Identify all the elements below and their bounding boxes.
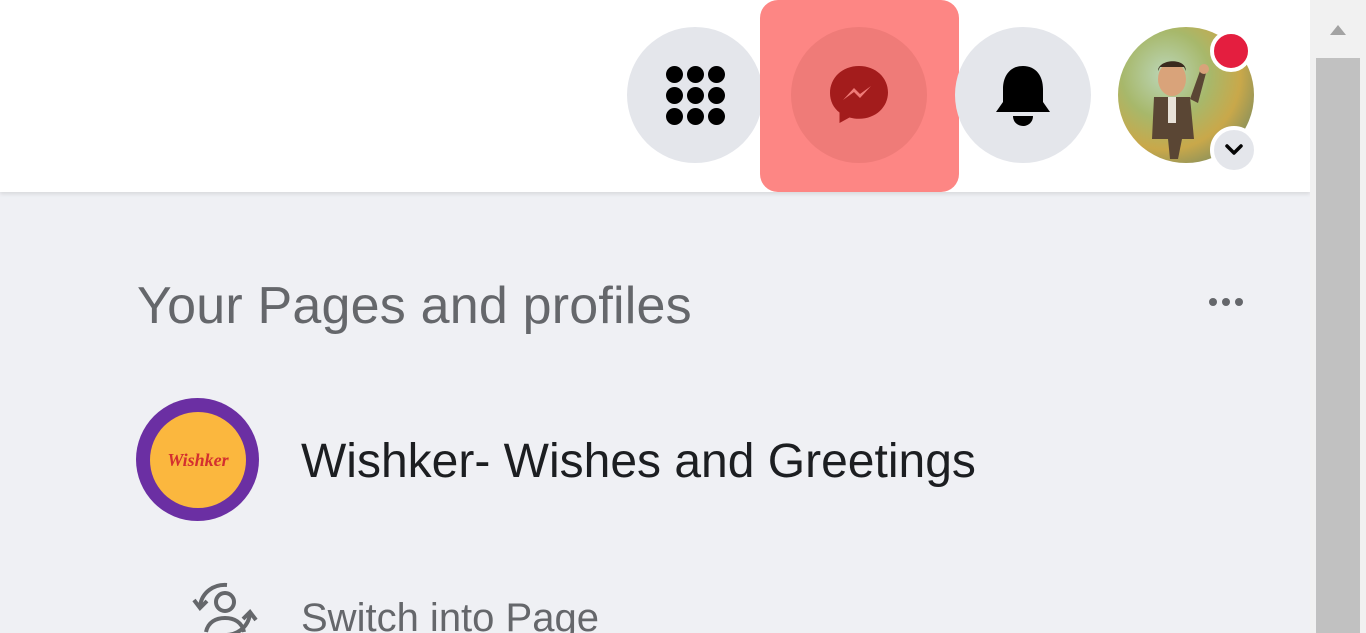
section-title: Your Pages and profiles (137, 277, 692, 335)
page-list-item[interactable]: Wishker Wishker- Wishes and Greetings (136, 398, 1136, 522)
more-options-button[interactable] (1198, 282, 1254, 322)
account-menu[interactable] (1118, 27, 1258, 174)
svg-text:Wishker: Wishker (167, 450, 229, 470)
switch-into-page-button[interactable]: Switch into Page (190, 580, 790, 633)
switch-profile-icon (192, 582, 258, 633)
messenger-icon (830, 66, 888, 123)
chevron-down-icon (1225, 144, 1243, 155)
page-logo-text: Wishker (167, 450, 229, 470)
switch-into-page-label: Switch into Page (301, 596, 599, 633)
menu-button[interactable] (627, 27, 763, 163)
scroll-up-button[interactable] (1310, 0, 1366, 58)
vertical-scrollbar[interactable] (1310, 0, 1366, 633)
notification-dot (1210, 30, 1252, 72)
scroll-up-arrow-icon (1330, 25, 1346, 35)
account-dropdown-button[interactable] (1210, 126, 1258, 174)
page-name[interactable]: Wishker- Wishes and Greetings (301, 434, 976, 489)
grid-menu-icon (665, 65, 725, 125)
more-dots-icon (1209, 298, 1217, 306)
notifications-button[interactable] (955, 27, 1091, 163)
top-navigation-bar (0, 0, 1310, 192)
scrollbar-thumb[interactable] (1316, 58, 1360, 633)
page-logo: Wishker (136, 398, 259, 521)
bell-icon (996, 66, 1050, 126)
messenger-button[interactable] (791, 27, 927, 163)
